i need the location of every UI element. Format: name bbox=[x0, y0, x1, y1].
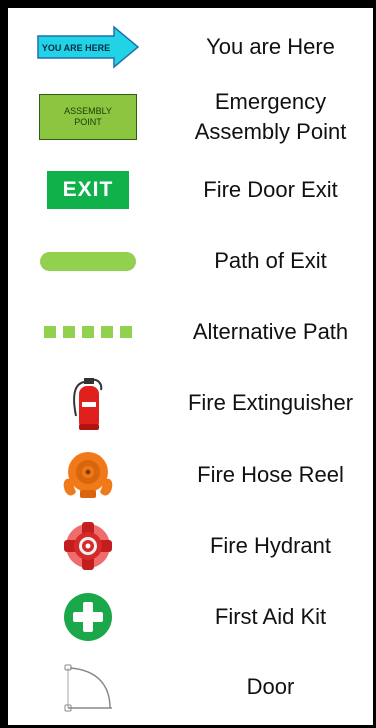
legend-row-hydrant: Fire Hydrant bbox=[8, 511, 373, 581]
assembly-text-line-1: ASSEMBLY bbox=[64, 105, 112, 116]
solid-path-icon bbox=[40, 251, 136, 271]
fire-hydrant-icon bbox=[8, 511, 168, 581]
label-fire-door-exit: Fire Door Exit bbox=[203, 177, 338, 203]
label-assembly-point: Emergency Assembly Point bbox=[168, 87, 373, 146]
legend-row-exit: EXIT Fire Door Exit bbox=[8, 155, 373, 225]
exit-sign-icon: EXIT bbox=[47, 171, 129, 209]
legend-row-first-aid: First Aid Kit bbox=[8, 582, 373, 652]
label-you-are-here: You are Here bbox=[206, 34, 335, 60]
fire-extinguisher-icon bbox=[8, 368, 168, 438]
label-path-of-exit: Path of Exit bbox=[214, 248, 327, 274]
legend-row-you-are-here: YOU ARE HERE You are Here bbox=[8, 12, 373, 82]
legend-row-assembly-point: ASSEMBLY POINT Emergency Assembly Point bbox=[8, 82, 373, 152]
label-fire-extinguisher: Fire Extinguisher bbox=[187, 390, 354, 416]
first-aid-icon bbox=[8, 582, 168, 652]
arrow-text: YOU ARE HERE bbox=[42, 43, 110, 53]
assembly-point-sign-icon: ASSEMBLY POINT bbox=[39, 94, 137, 140]
assembly-text-line-2: POINT bbox=[74, 117, 102, 127]
dashed-path-icon bbox=[44, 326, 132, 338]
label-assembly-line-2: Assembly Point bbox=[194, 119, 347, 144]
label-first-aid-kit: First Aid Kit bbox=[214, 604, 327, 630]
legend-row-hose-reel: Fire Hose Reel bbox=[8, 440, 373, 510]
legend-row-path: Path of Exit bbox=[8, 226, 373, 296]
legend-row-alt-path: Alternative Path bbox=[8, 297, 373, 367]
fire-hose-reel-icon bbox=[8, 440, 168, 510]
label-assembly-line-1: Emergency bbox=[214, 89, 327, 115]
label-fire-hydrant: Fire Hydrant bbox=[209, 533, 332, 559]
label-fire-hose-reel: Fire Hose Reel bbox=[197, 462, 344, 488]
door-swing-icon bbox=[8, 652, 168, 722]
legend-row-extinguisher: Fire Extinguisher bbox=[8, 368, 373, 438]
legend-row-door: Door bbox=[8, 652, 373, 722]
label-alternative-path: Alternative Path bbox=[192, 319, 349, 345]
label-door: Door bbox=[246, 674, 295, 700]
you-are-here-arrow-icon: YOU ARE HERE bbox=[8, 12, 168, 82]
